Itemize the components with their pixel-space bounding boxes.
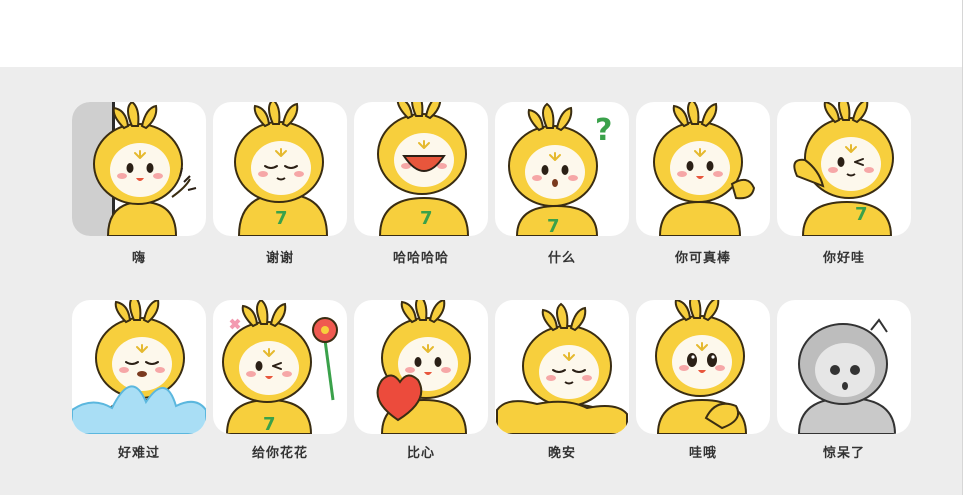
sticker-label: 谢谢 <box>265 251 294 266</box>
mascot-hello-icon[interactable]: 7 <box>777 102 911 236</box>
mascot-flower-icon[interactable]: 7 <box>213 300 347 434</box>
sticker-label: 哇哦 <box>688 446 717 461</box>
mascot-shocked-icon[interactable] <box>777 300 911 434</box>
svg-text:7: 7 <box>420 208 433 229</box>
sticker-label: 你可真棒 <box>674 251 731 266</box>
sticker-label: 晚安 <box>547 446 576 461</box>
mascot-question-icon[interactable]: 7? <box>495 102 629 236</box>
sticker-label: 什么 <box>547 251 576 266</box>
svg-text:7: 7 <box>547 216 560 236</box>
window-edge <box>962 0 966 495</box>
mascot-cry-icon[interactable] <box>72 300 206 434</box>
sticker-label: 好难过 <box>117 446 160 461</box>
top-bar <box>0 0 966 68</box>
sticker-label: 你好哇 <box>822 251 865 266</box>
mascot-laugh-icon[interactable]: 7 <box>354 102 488 236</box>
mascot-wow-icon[interactable] <box>636 300 770 434</box>
sticker-label: 嗨 <box>131 251 146 266</box>
svg-text:7: 7 <box>275 208 288 229</box>
mascot-heart-icon[interactable] <box>354 300 488 434</box>
svg-text:7: 7 <box>855 204 868 225</box>
sticker-label: 比心 <box>406 446 435 461</box>
mascot-sleep-icon[interactable] <box>495 300 629 434</box>
sticker-label: 惊呆了 <box>822 446 865 461</box>
mascot-peek-wave-icon[interactable] <box>72 102 206 236</box>
svg-text:?: ? <box>595 113 612 148</box>
mascot-thumbs-up-icon[interactable] <box>636 102 770 236</box>
sticker-label: 给你花花 <box>251 446 308 461</box>
sticker-label: 哈哈哈哈 <box>392 251 449 266</box>
svg-text:7: 7 <box>263 414 276 434</box>
mascot-thanks-icon[interactable]: 7 <box>213 102 347 236</box>
